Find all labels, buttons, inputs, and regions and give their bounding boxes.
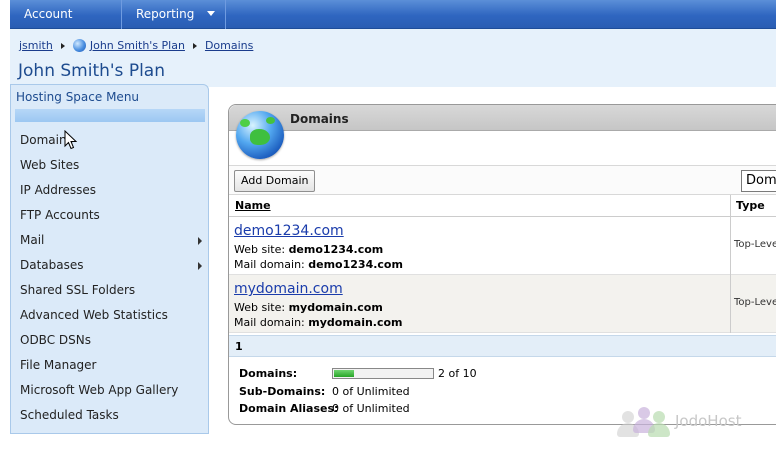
breadcrumb-arrow-icon bbox=[192, 42, 197, 49]
panel-title: Domains bbox=[290, 112, 349, 126]
mail-value: demo1234.com bbox=[308, 258, 403, 271]
pager: 1 bbox=[229, 335, 776, 357]
column-header-name[interactable]: Name bbox=[235, 199, 271, 212]
column-divider bbox=[730, 195, 731, 333]
sidebar-item-advanced-web-statistics[interactable]: Advanced Web Statistics bbox=[20, 306, 202, 324]
mail-label: Mail domain: bbox=[234, 316, 305, 329]
breadcrumb-domains-link[interactable]: Domains bbox=[205, 39, 253, 52]
watermark: JodoHost bbox=[617, 405, 741, 437]
breadcrumb: jsmith John Smith's Plan Domains bbox=[19, 39, 253, 52]
chevron-right-icon bbox=[198, 262, 202, 270]
sidebar-item-web-sites[interactable]: Web Sites bbox=[20, 156, 202, 174]
breadcrumb-arrow-icon bbox=[60, 42, 65, 49]
sidebar-item-ftp-accounts[interactable]: FTP Accounts bbox=[20, 206, 202, 224]
sidebar-item-domains[interactable]: Domains bbox=[20, 131, 202, 149]
mail-value: mydomain.com bbox=[308, 316, 403, 329]
sidebar-item-label: Advanced Web Statistics bbox=[20, 308, 168, 322]
website-detail: Web site: mydomain.com bbox=[234, 301, 383, 314]
page-number[interactable]: 1 bbox=[235, 340, 243, 353]
sidebar-item-mail[interactable]: Mail bbox=[20, 231, 202, 249]
panel-header: Domains bbox=[229, 105, 776, 131]
top-nav-bar: Account Home Reporting bbox=[10, 0, 776, 50]
domains-progress-bar bbox=[332, 368, 434, 379]
website-label: Web site: bbox=[234, 301, 286, 314]
mail-detail: Mail domain: mydomain.com bbox=[234, 316, 403, 329]
chevron-down-icon bbox=[207, 11, 215, 16]
sidebar-item-label: ODBC DSNs bbox=[20, 333, 91, 347]
mail-detail: Mail domain: demo1234.com bbox=[234, 258, 403, 271]
website-label: Web site: bbox=[234, 243, 286, 256]
table-row: mydomain.com Web site: mydomain.com Mail… bbox=[229, 275, 776, 333]
sidebar-title: Hosting Space Menu bbox=[16, 90, 140, 104]
table-header: Name Type bbox=[229, 195, 776, 217]
globe-icon bbox=[236, 111, 284, 159]
quota-subdomains: Sub-Domains: 0 of Unlimited bbox=[239, 385, 539, 399]
quota-aliases-value: 0 of Unlimited bbox=[332, 402, 410, 415]
sidebar-item-scheduled-tasks[interactable]: Scheduled Tasks bbox=[20, 406, 202, 424]
sidebar-item-ip-addresses[interactable]: IP Addresses bbox=[20, 181, 202, 199]
people-icon bbox=[617, 405, 672, 437]
domain-type: Top-Level bbox=[734, 297, 776, 308]
sidebar-item-label: Mail bbox=[20, 233, 45, 247]
website-value: mydomain.com bbox=[288, 301, 383, 314]
quota-aliases: Domain Aliases: 0 of Unlimited bbox=[239, 402, 539, 416]
page-header: jsmith John Smith's Plan Domains John Sm… bbox=[10, 29, 776, 87]
sidebar-item-label: FTP Accounts bbox=[20, 208, 100, 222]
quota-aliases-label: Domain Aliases: bbox=[239, 402, 339, 415]
quota-domains-value: 2 of 10 bbox=[438, 367, 477, 380]
sidebar-item-web-app-gallery[interactable]: Microsoft Web App Gallery bbox=[20, 381, 202, 399]
quota-subdomains-value: 0 of Unlimited bbox=[332, 385, 410, 398]
sidebar-item-label: File Manager bbox=[20, 358, 97, 372]
nav-reporting[interactable]: Reporting bbox=[122, 0, 226, 29]
quota-domains: Domains: 2 of 10 bbox=[239, 367, 539, 381]
quota-subdomains-label: Sub-Domains: bbox=[239, 385, 326, 398]
add-domain-button[interactable]: Add Domain bbox=[234, 170, 316, 192]
nav-reporting-label: Reporting bbox=[136, 7, 195, 21]
domain-link[interactable]: demo1234.com bbox=[234, 223, 344, 239]
sidebar-item-label: Shared SSL Folders bbox=[20, 283, 136, 297]
sidebar-item-file-manager[interactable]: File Manager bbox=[20, 356, 202, 374]
sidebar-item-databases[interactable]: Databases bbox=[20, 256, 202, 274]
sidebar-item-shared-ssl-folders[interactable]: Shared SSL Folders bbox=[20, 281, 202, 299]
sidebar-item-label: IP Addresses bbox=[20, 183, 97, 197]
sidebar-divider bbox=[15, 109, 205, 122]
panel-toolbar: Add Domain Doma bbox=[229, 165, 776, 195]
column-header-type: Type bbox=[736, 199, 765, 212]
chevron-right-icon bbox=[198, 237, 202, 245]
nav-account-home[interactable]: Account Home bbox=[10, 0, 122, 50]
sidebar-item-label: Microsoft Web App Gallery bbox=[20, 383, 179, 397]
breadcrumb-plan-link[interactable]: John Smith's Plan bbox=[90, 39, 185, 52]
domains-panel: Domains Add Domain Doma Name Type demo12… bbox=[228, 104, 776, 425]
domain-link[interactable]: mydomain.com bbox=[234, 281, 343, 297]
table-row: demo1234.com Web site: demo1234.com Mail… bbox=[229, 217, 776, 275]
search-field-select[interactable]: Doma bbox=[741, 170, 776, 192]
sidebar-item-label: Web Sites bbox=[20, 158, 80, 172]
mouse-cursor-icon bbox=[64, 130, 78, 150]
mail-label: Mail domain: bbox=[234, 258, 305, 271]
website-detail: Web site: demo1234.com bbox=[234, 243, 383, 256]
breadcrumb-user-link[interactable]: jsmith bbox=[19, 39, 53, 52]
hosting-space-menu: Hosting Space Menu Domains Web Sites IP … bbox=[10, 84, 209, 434]
website-value: demo1234.com bbox=[288, 243, 384, 256]
quota-domains-label: Domains: bbox=[239, 367, 298, 380]
watermark-text: JodoHost bbox=[675, 412, 742, 430]
page-title: John Smith's Plan bbox=[18, 61, 165, 81]
domain-type: Top-Level bbox=[734, 239, 776, 250]
sidebar-item-odbc-dsns[interactable]: ODBC DSNs bbox=[20, 331, 202, 349]
sidebar-item-label: Databases bbox=[20, 258, 84, 272]
domains-progress-fill bbox=[334, 370, 354, 377]
globe-icon bbox=[72, 39, 86, 52]
sidebar-item-label: Scheduled Tasks bbox=[20, 408, 119, 422]
